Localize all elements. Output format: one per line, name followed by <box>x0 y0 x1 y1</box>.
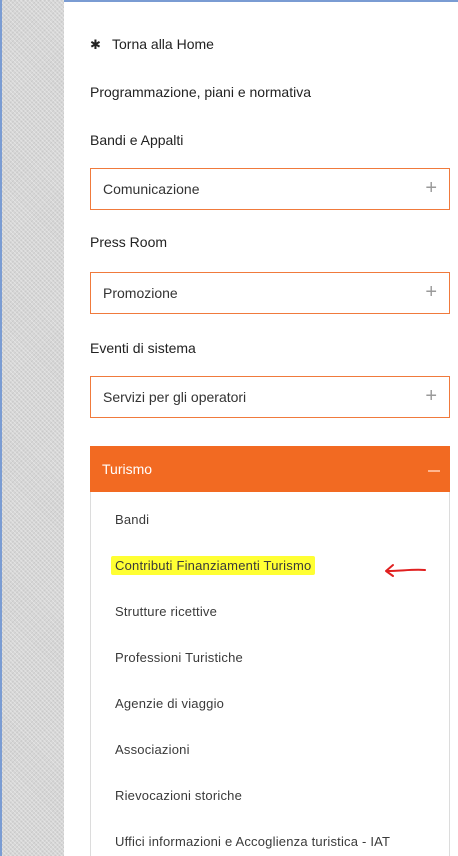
submenu-item-contributi[interactable]: Contributi Finanziamenti Turismo <box>111 556 316 575</box>
red-arrow-icon <box>385 564 426 577</box>
left-gutter-pattern <box>2 0 64 856</box>
submenu-item-label: Agenzie di viaggio <box>115 696 225 711</box>
window-frame-top <box>0 0 458 2</box>
menu-item-label: Bandi e Appalti <box>90 132 184 148</box>
home-link-label: Torna alla Home <box>112 36 214 52</box>
submenu-item-agenzie[interactable]: Agenzie di viaggio <box>115 696 224 711</box>
menu-item-label: Servizi per gli operatori <box>103 389 247 405</box>
submenu-item-label: Strutture ricettive <box>115 604 218 619</box>
menu-item-label: Turismo <box>102 461 153 477</box>
menu-item-programmazione[interactable]: Programmazione, piani e normativa <box>90 84 311 100</box>
menu-item-label: Promozione <box>103 285 178 301</box>
minus-icon[interactable] <box>428 470 440 472</box>
submenu-item-professioni[interactable]: Professioni Turistiche <box>115 650 243 665</box>
submenu-item-label: Uffici informazioni e Accoglienza turist… <box>115 834 391 849</box>
menu-item-label: Programmazione, piani e normativa <box>90 84 311 100</box>
menu-item-bandi-appalti[interactable]: Bandi e Appalti <box>90 132 183 148</box>
menu-item-eventi[interactable]: Eventi di sistema <box>90 340 196 356</box>
turismo-submenu: Bandi Contributi Finanziamenti Turismo S… <box>90 492 450 856</box>
plus-icon[interactable]: + <box>425 386 437 406</box>
menu-item-promozione[interactable]: Promozione + <box>90 272 450 314</box>
submenu-item-uffici-iat[interactable]: Uffici informazioni e Accoglienza turist… <box>115 834 390 849</box>
submenu-item-strutture[interactable]: Strutture ricettive <box>115 604 217 619</box>
submenu-item-label: Associazioni <box>115 742 190 757</box>
submenu-item-associazioni[interactable]: Associazioni <box>115 742 190 757</box>
home-link[interactable]: ✱ Torna alla Home <box>90 36 214 53</box>
submenu-item-rievocazioni[interactable]: Rievocazioni storiche <box>115 788 242 803</box>
submenu-item-label: Bandi <box>115 512 150 527</box>
submenu-item-label: Rievocazioni storiche <box>115 788 243 803</box>
menu-item-press-room[interactable]: Press Room <box>90 234 167 250</box>
highlighted-label: Contributi Finanziamenti Turismo <box>111 556 316 575</box>
home-icon: ✱ <box>90 37 101 52</box>
menu-item-label: Eventi di sistema <box>90 340 196 356</box>
menu-item-turismo-active[interactable]: Turismo <box>90 446 450 492</box>
menu-item-comunicazione[interactable]: Comunicazione + <box>90 168 450 210</box>
submenu-item-bandi[interactable]: Bandi <box>115 512 149 527</box>
plus-icon[interactable]: + <box>425 282 437 302</box>
menu-item-label: Press Room <box>90 234 168 250</box>
menu-item-label: Comunicazione <box>103 181 200 197</box>
submenu-item-label: Professioni Turistiche <box>115 650 243 665</box>
menu-item-servizi-operatori[interactable]: Servizi per gli operatori + <box>90 376 450 418</box>
plus-icon[interactable]: + <box>425 178 437 198</box>
